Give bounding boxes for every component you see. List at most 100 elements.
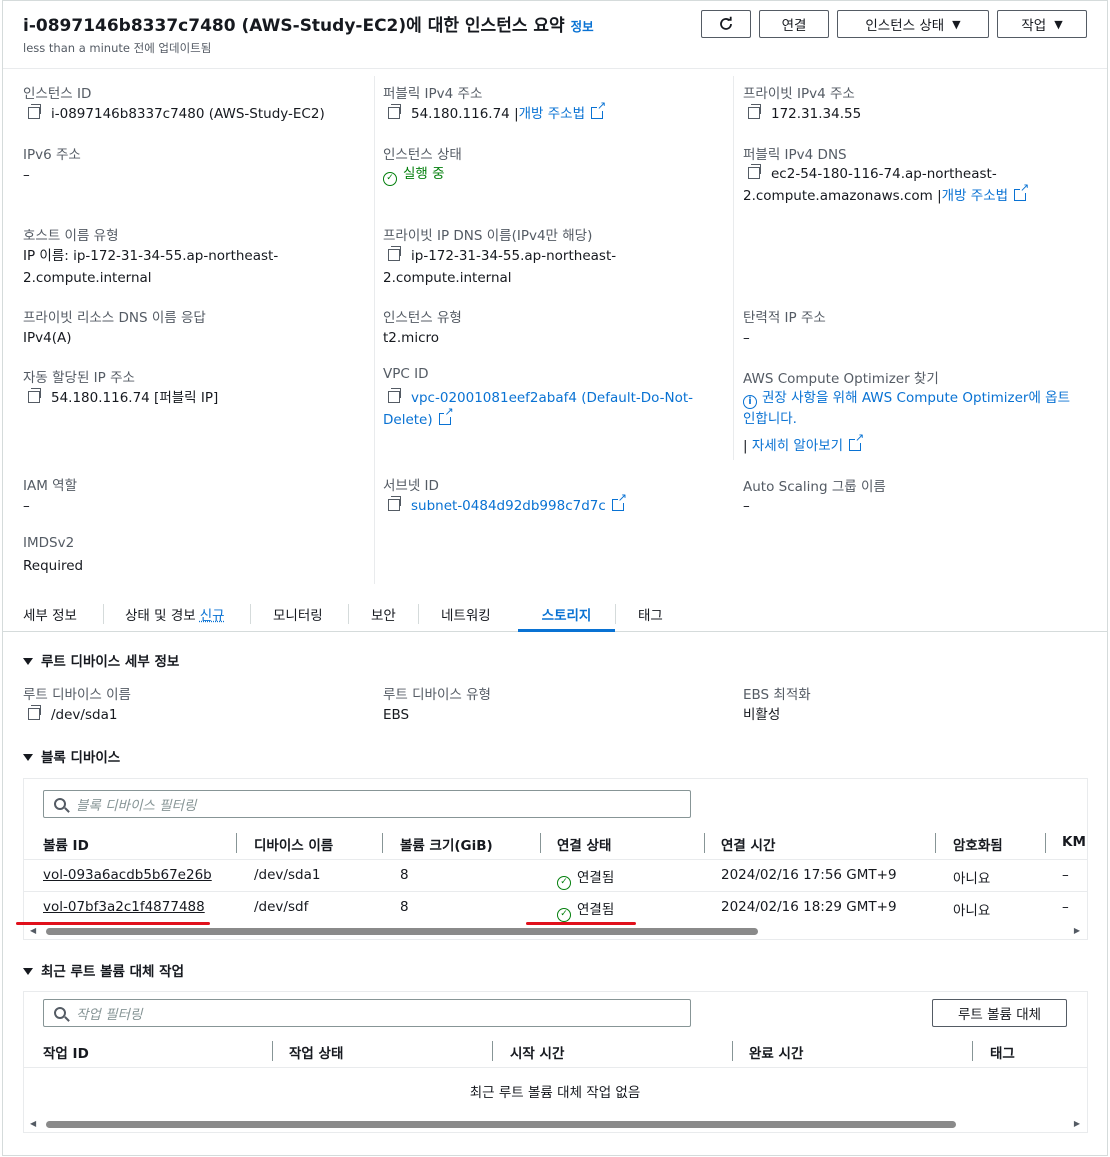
tab-storage[interactable]: 스토리지	[518, 596, 615, 632]
column-resizer[interactable]	[732, 1041, 733, 1061]
scroll-left-icon[interactable]: ◀	[30, 926, 36, 935]
instance-type-label: 인스턴스 유형	[383, 310, 462, 326]
scroll-right-icon[interactable]: ▶	[1074, 926, 1080, 935]
column-header[interactable]: 연결 상태	[557, 834, 611, 854]
connect-button[interactable]: 연결	[759, 10, 829, 38]
column-resizer[interactable]	[382, 833, 383, 853]
column-header[interactable]: 작업 상태	[289, 1042, 343, 1062]
horizontal-scrollbar[interactable]: ◀ ▶	[28, 1118, 1082, 1130]
vpc-id-link-cont[interactable]: Delete)	[383, 412, 433, 428]
tab-status-alarms[interactable]: 상태 및 경보 신규	[125, 596, 225, 631]
root-device-section-toggle[interactable]: 루트 디바이스 세부 정보	[23, 650, 179, 670]
column-resizer[interactable]	[972, 1041, 973, 1061]
subnet-id-link[interactable]: subnet-0484d92db998c7d7c	[411, 498, 606, 514]
auto-ip-label: 자동 할당된 IP 주소	[23, 370, 135, 386]
column-resizer[interactable]	[704, 833, 705, 853]
public-dns-label: 퍼블릭 IPv4 DNS	[743, 147, 847, 163]
column-resizer[interactable]	[492, 1041, 493, 1061]
copy-icon[interactable]	[388, 388, 401, 403]
optimizer-value-line2[interactable]: 인합니다.	[743, 408, 797, 430]
instance-state-value: ✓ 실행 중	[383, 163, 445, 186]
column-header[interactable]: 시작 시간	[510, 1042, 564, 1062]
copy-icon[interactable]	[388, 246, 401, 261]
tab-details[interactable]: 세부 정보	[23, 596, 77, 631]
column-header[interactable]: 디바이스 이름	[254, 834, 333, 854]
kms-cell: –	[1062, 867, 1069, 883]
table-divider	[24, 1067, 1087, 1068]
tab-networking[interactable]: 네트워킹	[441, 596, 491, 631]
copy-icon[interactable]	[748, 164, 761, 179]
public-ipv4-label: 퍼블릭 IPv4 주소	[383, 86, 483, 102]
asg-name-label: Auto Scaling 그룹 이름	[743, 479, 886, 495]
info-link[interactable]: 정보	[571, 19, 594, 34]
actions-button[interactable]: 작업 ▼	[997, 10, 1087, 38]
column-resizer[interactable]	[935, 833, 936, 853]
instance-state-label: 인스턴스 상태	[383, 147, 462, 163]
open-address-link[interactable]: 개방 주소법	[519, 106, 585, 122]
ipv6-label: IPv6 주소	[23, 147, 81, 163]
attach-time-cell: 2024/02/16 17:56 GMT+9	[721, 867, 897, 883]
copy-icon[interactable]	[28, 104, 41, 119]
column-header[interactable]: 완료 시간	[749, 1042, 803, 1062]
column-header[interactable]: 암호화됨	[953, 834, 1003, 854]
search-icon	[54, 798, 66, 810]
vpc-id-link[interactable]: vpc-02001081eef2abaf4 (Default-Do-Not-	[411, 390, 693, 406]
copy-icon[interactable]	[388, 104, 401, 119]
hostname-type-label: 호스트 이름 유형	[23, 228, 119, 244]
block-devices-section-toggle[interactable]: 블록 디바이스	[23, 746, 120, 766]
scroll-left-icon[interactable]: ◀	[30, 1119, 36, 1128]
task-filter-input[interactable]: 작업 필터링	[43, 999, 691, 1027]
instance-type-value: t2.micro	[383, 330, 440, 346]
detail-tabs: 세부 정보 상태 및 경보 신규 모니터링 보안 네트워킹 스토리지 태그	[3, 596, 1107, 632]
column-header[interactable]: 작업 ID	[43, 1042, 89, 1062]
optimizer-value-line1[interactable]: i 권장 사항을 위해 AWS Compute Optimizer에 옵트	[743, 387, 1070, 409]
learn-more-link[interactable]: 자세히 알아보기	[752, 438, 843, 454]
resource-dns-value: IPv4(A)	[23, 330, 72, 346]
column-header[interactable]: 볼륨 크기(GiB)	[400, 834, 493, 854]
copy-icon[interactable]	[28, 388, 41, 403]
hostname-type-value-line2: 2.compute.internal	[23, 270, 152, 286]
root-device-type-value: EBS	[383, 707, 410, 723]
tab-tags[interactable]: 태그	[638, 596, 663, 631]
copy-icon[interactable]	[748, 104, 761, 119]
tab-security[interactable]: 보안	[371, 596, 396, 631]
column-header[interactable]: 연결 시간	[721, 834, 775, 854]
imdsv2-label: IMDSv2	[23, 535, 75, 551]
open-address-link[interactable]: 개방 주소법	[942, 188, 1008, 204]
column-divider	[374, 76, 375, 584]
copy-icon[interactable]	[28, 705, 41, 720]
root-device-name-label: 루트 디바이스 이름	[23, 687, 131, 703]
column-divider	[733, 76, 734, 460]
column-header[interactable]: 태그	[990, 1042, 1015, 1062]
column-resizer[interactable]	[272, 1041, 273, 1061]
tab-divider	[348, 604, 349, 624]
auto-ip-value: 54.180.116.74 [퍼블릭 IP]	[28, 387, 218, 409]
volume-size-cell: 8	[400, 899, 409, 915]
tab-monitoring[interactable]: 모니터링	[273, 596, 323, 631]
column-resizer[interactable]	[236, 833, 237, 853]
table-divider	[24, 891, 1087, 892]
check-circle-icon: ✓	[557, 908, 571, 922]
private-ipv4-value: 172.31.34.55	[748, 103, 861, 125]
copy-icon[interactable]	[388, 496, 401, 511]
instance-state-button[interactable]: 인스턴스 상태 ▼	[837, 10, 989, 38]
column-header[interactable]: 볼륨 ID	[43, 834, 89, 854]
scrollbar-thumb[interactable]	[46, 928, 758, 935]
column-header[interactable]: KMS	[1062, 834, 1086, 850]
volume-id-link[interactable]: vol-07bf3a2c1f4877488	[43, 899, 205, 915]
column-resizer[interactable]	[1045, 833, 1046, 853]
refresh-button[interactable]	[701, 10, 751, 38]
private-dns-label: 프라이빗 IP DNS 이름(IPv4만 해당)	[383, 228, 593, 244]
ebs-optimized-label: EBS 최적화	[743, 687, 811, 703]
root-replace-section-toggle[interactable]: 최근 루트 볼륨 대체 작업	[23, 960, 184, 980]
scrollbar-thumb[interactable]	[46, 1121, 956, 1128]
block-device-filter-input[interactable]: 블록 디바이스 필터링	[43, 790, 691, 818]
column-resizer[interactable]	[540, 833, 541, 853]
external-link-icon	[438, 406, 454, 425]
volume-id-link[interactable]: vol-093a6acdb5b67e26b	[43, 867, 212, 883]
imdsv2-value: Required	[23, 558, 84, 574]
scroll-right-icon[interactable]: ▶	[1074, 1119, 1080, 1128]
ebs-optimized-value: 비활성	[743, 707, 781, 723]
horizontal-scrollbar[interactable]: ◀ ▶	[28, 925, 1082, 937]
replace-root-volume-button[interactable]: 루트 볼륨 대체	[932, 999, 1067, 1027]
